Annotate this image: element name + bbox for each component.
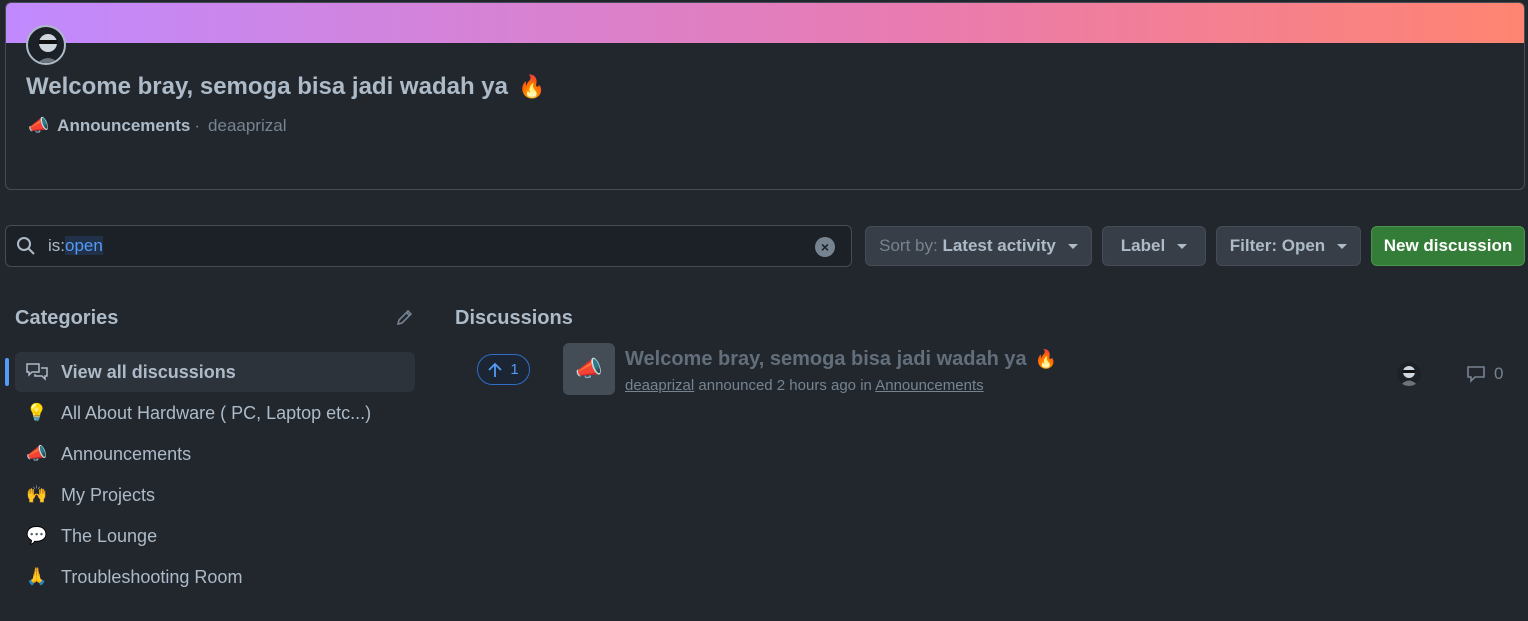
- upvote-button[interactable]: 1: [477, 354, 530, 385]
- pencil-icon[interactable]: [395, 307, 415, 327]
- comment-count-value: 0: [1494, 364, 1504, 383]
- comment-icon: [1467, 366, 1485, 383]
- search-qualifier: is:: [48, 236, 65, 255]
- filter-button-text: Filter: Open: [1229, 236, 1326, 255]
- clear-search-icon[interactable]: ×: [815, 237, 835, 257]
- discussion-author-link[interactable]: deaaprizal: [625, 377, 694, 394]
- category-label: The Lounge: [61, 525, 158, 546]
- sort-value: Latest activity: [942, 236, 1056, 255]
- featured-discussion-card[interactable]: Welcome bray, semoga bisa jadi wadah ya …: [5, 2, 1525, 190]
- filter-dropdown-button[interactable]: Filter: Open: [1216, 226, 1361, 266]
- new-discussion-button[interactable]: New discussion: [1371, 226, 1525, 266]
- discussions-heading: Discussions: [455, 307, 573, 329]
- featured-meta: 📣 Announcements · deaaprizal: [28, 116, 286, 136]
- discussion-title-link[interactable]: Welcome bray, semoga bisa jadi wadah ya …: [625, 348, 1057, 371]
- chevron-down-icon: [1177, 243, 1188, 249]
- meta-separator: ·: [194, 116, 201, 135]
- folded-hands-icon: 🙏: [26, 567, 48, 586]
- sort-prefix: Sort by:: [879, 236, 938, 255]
- participant-avatar[interactable]: [1397, 362, 1421, 386]
- fire-icon: 🔥: [1034, 349, 1058, 369]
- featured-category-link[interactable]: Announcements: [57, 116, 190, 136]
- featured-title[interactable]: Welcome bray, semoga bisa jadi wadah ya …: [26, 73, 545, 101]
- light-bulb-icon: 💡: [26, 403, 48, 422]
- speech-bubble-icon: 💬: [26, 526, 48, 545]
- chevron-down-icon: [1337, 243, 1348, 249]
- label-button-text: Label: [1120, 236, 1166, 255]
- comment-count[interactable]: 0: [1466, 364, 1503, 384]
- categories-heading: Categories: [15, 307, 119, 329]
- category-item-my-projects[interactable]: 🙌 My Projects: [15, 475, 415, 515]
- category-item-the-lounge[interactable]: 💬 The Lounge: [15, 516, 415, 556]
- featured-author-link[interactable]: deaaprizal: [208, 116, 286, 136]
- category-item-hardware[interactable]: 💡 All About Hardware ( PC, Laptop etc...…: [15, 393, 415, 433]
- discussion-title-text: Welcome bray, semoga bisa jadi wadah ya: [625, 348, 1027, 370]
- discussion-meta: deaaprizal announced 2 hours ago in Anno…: [625, 377, 984, 394]
- vote-count: 1: [510, 361, 519, 378]
- search-icon: [17, 237, 35, 255]
- sort-dropdown-button[interactable]: Sort by: Latest activity: [865, 226, 1092, 266]
- arrow-up-icon: [488, 362, 502, 377]
- author-avatar[interactable]: [26, 25, 66, 65]
- category-item-view-all[interactable]: View all discussions: [5, 352, 415, 392]
- megaphone-icon: 📣: [28, 116, 50, 135]
- featured-banner: [6, 3, 1524, 43]
- megaphone-icon: 📣: [575, 356, 603, 381]
- search-query: is:open: [48, 236, 103, 256]
- raised-hands-icon: 🙌: [26, 485, 48, 504]
- category-label: My Projects: [61, 484, 156, 505]
- chevron-down-icon: [1067, 243, 1078, 249]
- label-dropdown-button[interactable]: Label: [1102, 226, 1206, 266]
- fire-icon: 🔥: [517, 74, 546, 99]
- discussion-category-icon: 📣: [563, 343, 615, 395]
- category-item-troubleshooting[interactable]: 🙏 Troubleshooting Room: [15, 557, 415, 597]
- comment-discussion-icon: [26, 363, 48, 381]
- category-label: Announcements: [61, 443, 192, 464]
- discussion-category-link[interactable]: Announcements: [875, 377, 983, 394]
- discussion-action: announced 2 hours ago in: [698, 377, 872, 394]
- category-label: Troubleshooting Room: [61, 566, 243, 587]
- search-value: open: [65, 236, 103, 255]
- category-list: View all discussions 💡 All About Hardwar…: [5, 352, 415, 598]
- category-label: All About Hardware ( PC, Laptop etc...): [61, 402, 372, 423]
- category-item-announcements[interactable]: 📣 Announcements: [15, 434, 415, 474]
- category-label: View all discussions: [61, 361, 236, 382]
- search-input[interactable]: is:open ×: [5, 225, 852, 267]
- featured-title-text: Welcome bray, semoga bisa jadi wadah ya: [26, 73, 508, 100]
- megaphone-icon: 📣: [26, 444, 48, 463]
